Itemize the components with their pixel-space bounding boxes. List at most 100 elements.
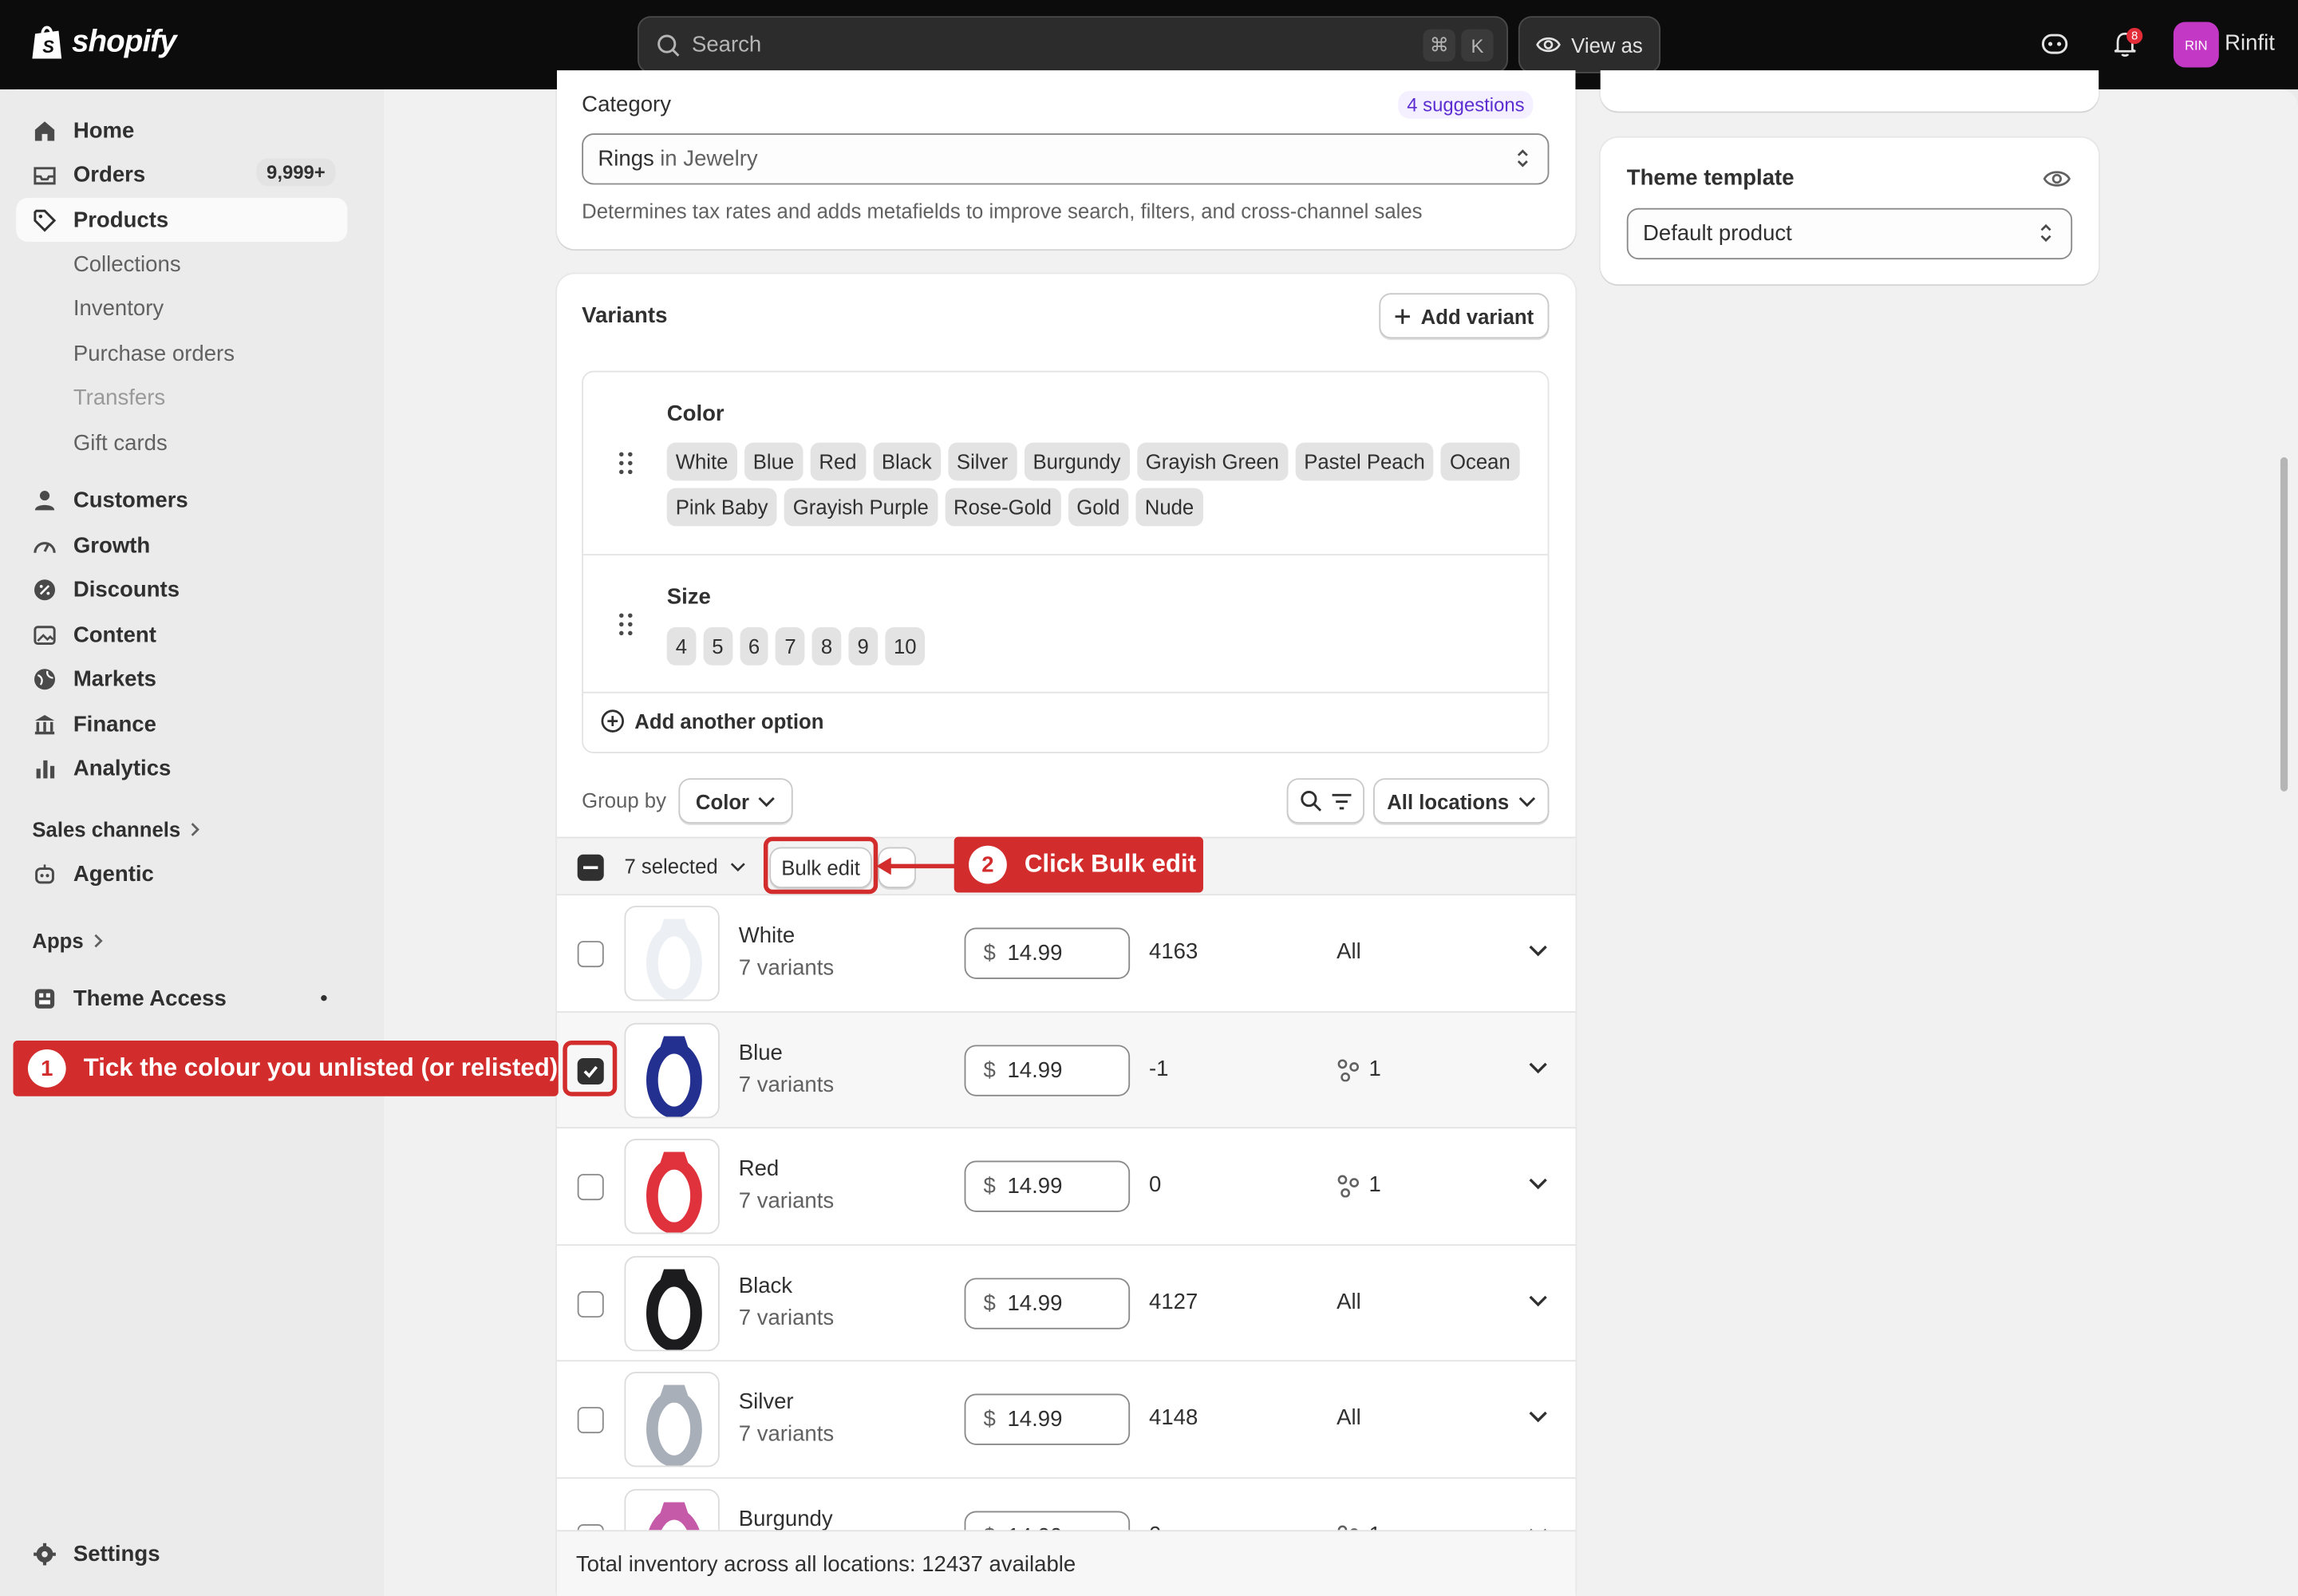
search-bar[interactable]: Search ⌘ K	[637, 16, 1509, 73]
sidebar-item-theme-access[interactable]: Theme Access	[16, 976, 347, 1020]
location-count: 1	[1368, 1057, 1381, 1082]
color-value-chip[interactable]: Silver	[947, 442, 1017, 481]
variant-row-white[interactable]: White 7 variants $14.99 4163 All	[556, 894, 1576, 1010]
group-by-select[interactable]: Color	[678, 778, 793, 824]
size-value-chip[interactable]: 6	[739, 627, 769, 666]
chevron-down-icon[interactable]	[1529, 944, 1548, 958]
color-value-chip[interactable]: Rose-Gold	[945, 488, 1060, 527]
selected-count-dropdown[interactable]: 7 selected	[624, 855, 745, 878]
sidebar-item-collections[interactable]: Collections	[73, 252, 181, 277]
color-value-chip[interactable]: Pastel Peach	[1295, 442, 1434, 481]
size-value-chip[interactable]: 9	[848, 627, 878, 666]
chevron-down-icon[interactable]	[1529, 1294, 1548, 1308]
sidebar-item-transfers[interactable]: Transfers	[73, 385, 165, 410]
price-input[interactable]: $14.99	[964, 1393, 1131, 1445]
locations-select[interactable]: All locations	[1373, 778, 1550, 824]
color-value-chip[interactable]: Burgundy	[1024, 442, 1130, 481]
size-value-chip[interactable]: 4	[666, 627, 697, 666]
sidebar-item-purchase-orders[interactable]: Purchase orders	[73, 342, 235, 366]
add-variant-button[interactable]: Add variant	[1379, 293, 1550, 339]
eye-icon[interactable]	[2043, 167, 2071, 190]
selected-count: 7 selected	[624, 854, 718, 879]
size-value-chip[interactable]: 8	[811, 627, 842, 666]
color-value-chip[interactable]: Nude	[1135, 488, 1203, 527]
search-filter-button[interactable]	[1286, 778, 1365, 824]
variant-row-black[interactable]: Black 7 variants $14.99 4127 All	[556, 1244, 1576, 1361]
size-values[interactable]: 4 5 6 7 8 9 10	[666, 627, 1532, 673]
select-all-checkbox[interactable]	[577, 854, 604, 881]
sidebar-item-agentic[interactable]: Agentic	[16, 851, 347, 895]
add-another-option-button[interactable]: Add another option	[601, 709, 823, 733]
color-value-chip[interactable]: Gold	[1068, 488, 1129, 527]
add-variant-label: Add variant	[1420, 304, 1534, 328]
sidebar-item-customers[interactable]: Customers	[16, 478, 347, 522]
color-value-chip[interactable]: Blue	[744, 442, 804, 481]
sidebar-section-apps[interactable]: Apps	[32, 929, 104, 953]
color-value-chip[interactable]: Ocean	[1440, 442, 1519, 481]
variant-thumbnail[interactable]	[624, 1022, 720, 1119]
step-1-text: Tick the colour you unlisted (or reliste…	[83, 1053, 559, 1082]
variant-checkbox[interactable]	[577, 1174, 604, 1201]
chevron-right-icon	[94, 934, 103, 948]
price-input[interactable]: $14.99	[964, 1278, 1131, 1329]
price-input[interactable]: $14.99	[964, 1160, 1131, 1212]
variant-row-silver[interactable]: Silver 7 variants $14.99 4148 All	[556, 1360, 1576, 1476]
sidebar-item-home[interactable]: Home	[16, 109, 347, 152]
sidekick-icon[interactable]	[2037, 26, 2072, 61]
price-value: 14.99	[1007, 1174, 1063, 1199]
view-as-button[interactable]: View as	[1518, 16, 1661, 73]
variant-row-blue[interactable]: Blue 7 variants $14.99 -1 1	[556, 1011, 1576, 1128]
chevron-down-icon[interactable]	[1529, 1061, 1548, 1075]
drag-handle-icon[interactable]	[618, 452, 633, 475]
variant-checkbox[interactable]	[577, 1407, 604, 1434]
avatar[interactable]: RIN	[2173, 22, 2219, 68]
sidebar-item-discounts[interactable]: Discounts	[16, 567, 347, 611]
size-value-chip[interactable]: 7	[776, 627, 805, 666]
color-value-chip[interactable]: Red	[810, 442, 866, 481]
variant-thumbnail[interactable]	[624, 1138, 720, 1235]
sidebar-item-markets[interactable]: Markets	[16, 657, 347, 701]
sidebar-item-gift-cards[interactable]: Gift cards	[73, 431, 168, 456]
category-select[interactable]: Rings in Jewelry	[582, 133, 1550, 185]
sidebar-item-orders[interactable]: Orders 9,999+	[16, 152, 347, 196]
color-value-chip[interactable]: Grayish Green	[1136, 442, 1289, 481]
color-value-chip[interactable]: Pink Baby	[666, 488, 777, 527]
variant-name: Red	[738, 1156, 780, 1182]
sidebar-item-settings[interactable]: Settings	[16, 1531, 347, 1575]
store-name[interactable]: Rinfit	[2225, 31, 2275, 56]
variant-thumbnail[interactable]	[624, 905, 720, 1001]
price-input[interactable]: $14.99	[964, 927, 1131, 979]
currency-symbol: $	[983, 1057, 996, 1084]
scrollbar[interactable]	[2280, 457, 2288, 792]
color-values[interactable]: White Blue Red Black Silver Burgundy Grayish G…	[666, 442, 1532, 534]
size-value-chip[interactable]: 10	[884, 627, 926, 666]
drag-handle-icon[interactable]	[618, 613, 633, 636]
chevron-down-icon[interactable]	[1529, 1410, 1548, 1424]
color-value-chip[interactable]: Grayish Purple	[784, 488, 938, 527]
variant-checkbox[interactable]	[577, 941, 604, 968]
shopify-logo[interactable]: S shopify	[30, 23, 177, 61]
sidebar-item-products[interactable]: Products	[16, 197, 348, 243]
variant-thumbnail[interactable]	[624, 1372, 720, 1468]
color-value-chip[interactable]: Black	[872, 442, 941, 481]
sidebar-item-growth[interactable]: Growth	[16, 523, 347, 567]
color-value-chip[interactable]: White	[666, 442, 737, 481]
sidebar-item-content[interactable]: Content	[16, 613, 347, 657]
sidebar-item-analytics[interactable]: Analytics	[16, 746, 347, 790]
chevron-down-icon[interactable]	[1529, 1177, 1548, 1191]
step-2-number: 2	[969, 845, 1007, 884]
sidebar-section-sales-channels[interactable]: Sales channels	[32, 818, 201, 841]
location-count: 1	[1368, 1172, 1381, 1198]
size-value-chip[interactable]: 5	[703, 627, 732, 666]
variant-thumbnail[interactable]	[624, 1255, 720, 1352]
sidebar-item-inventory[interactable]: Inventory	[73, 296, 164, 321]
sidebar-item-finance[interactable]: Finance	[16, 702, 347, 746]
category-label: Category	[582, 92, 671, 117]
variant-checkbox[interactable]	[577, 1290, 604, 1318]
section-label: Apps	[32, 929, 84, 953]
theme-template-select[interactable]: Default product	[1626, 207, 2073, 260]
plus-icon	[1396, 308, 1411, 323]
variant-row-red[interactable]: Red 7 variants $14.99 0 1	[556, 1127, 1576, 1243]
category-suggestions-link[interactable]: 4 suggestions	[1398, 90, 1534, 119]
price-input[interactable]: $14.99	[964, 1045, 1131, 1096]
